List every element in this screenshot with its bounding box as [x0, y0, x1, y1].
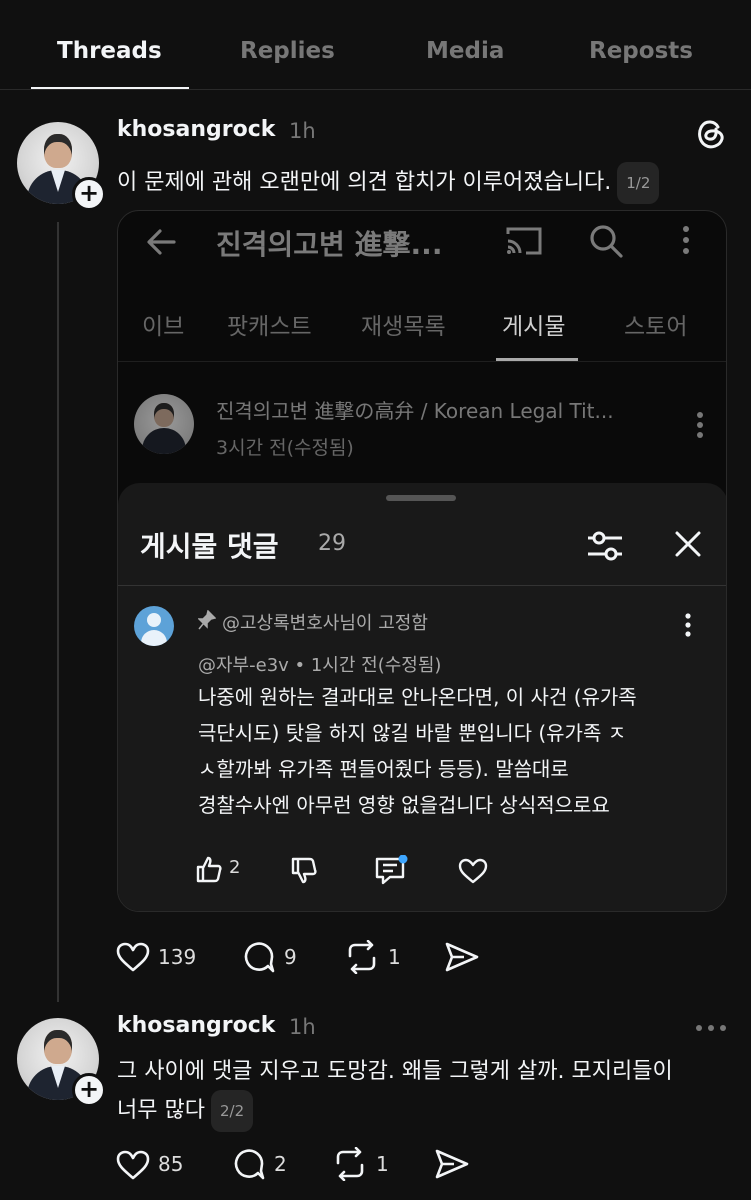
comment-count: 29 [318, 531, 346, 556]
reposts-count: 1 [376, 1152, 389, 1176]
commenter-avatar [134, 606, 174, 646]
close-icon [674, 530, 702, 558]
back-arrow-icon [144, 225, 178, 259]
more-horizontal-icon[interactable] [695, 1024, 727, 1032]
active-tab-indicator [31, 87, 189, 89]
tab-replies[interactable]: Replies [240, 38, 335, 64]
divider [118, 585, 726, 586]
threads-logo-icon[interactable] [693, 115, 727, 151]
thread-connector-line [57, 222, 59, 1002]
share-send-icon[interactable] [434, 1148, 470, 1180]
post-body: 이 문제에 관해 오랜만에 의견 합치가 이루어졌습니다. [117, 170, 612, 195]
follow-plus-button[interactable]: + [72, 1073, 106, 1107]
subtab-playlists: 재생목록 [361, 314, 446, 340]
like-count: 2 [229, 857, 241, 878]
sheet-title: 게시물 댓글 [140, 530, 279, 563]
divider [118, 361, 726, 362]
like-heart-icon[interactable] [116, 1150, 150, 1180]
comment-text: 나중에 원하는 결과대로 안나온다면, 이 사건 (유가족 극단시도) 탓을 하… [198, 679, 698, 823]
page-badge: 1/2 [617, 162, 660, 204]
comment-author: @자부-e3v • 1시간 전(수정됨) [198, 655, 442, 676]
filter-sliders-icon [586, 529, 624, 563]
repost-icon[interactable] [344, 940, 380, 974]
post-text: 이 문제에 관해 오랜만에 의견 합치가 이루어졌습니다. 1/2 [117, 162, 717, 204]
replies-count: 2 [274, 1152, 287, 1176]
subtab-store: 스토어 [624, 314, 688, 340]
likes-count: 139 [158, 945, 197, 969]
comment-line: 나중에 원하는 결과대로 안나온다면, 이 사건 (유가족 [198, 685, 637, 709]
tab-reposts[interactable]: Reposts [589, 38, 693, 64]
post-line: 너무 많다 [117, 1098, 205, 1123]
comment-line: 경찰수사엔 아무런 영향 없을겁니다 상식적으로요 [198, 793, 610, 817]
profile-tabs: Threads Replies Media Reposts [0, 0, 751, 90]
page-badge: 2/2 [210, 1090, 254, 1132]
search-icon [588, 223, 624, 259]
reply-bubble-icon[interactable] [242, 940, 276, 974]
thumbs-down-icon [290, 857, 318, 885]
thumbs-up-icon [195, 855, 223, 883]
cast-icon [504, 225, 544, 257]
embedded-screenshot[interactable]: 진격의고변 進撃... 이브 팟캐스트 재생목록 게시물 스토어 진격의고변 進… [117, 210, 727, 912]
reply-bubble-icon[interactable] [232, 1147, 266, 1181]
post-username[interactable]: khosangrock [117, 117, 275, 142]
comment-line: 극단시도) 탓을 하지 않길 바랄 뿐입니다 (유가족 ㅈ [198, 721, 627, 745]
channel-avatar [134, 394, 194, 454]
heart-icon [458, 858, 488, 884]
post-username[interactable]: khosangrock [117, 1013, 275, 1038]
subtab-podcast: 팟캐스트 [227, 314, 312, 340]
like-heart-icon[interactable] [116, 942, 150, 972]
post-line: 그 사이에 댓글 지우고 도망감. 왜들 그렇게 살까. 모지리들이 [117, 1059, 673, 1084]
comment-line: ㅅ할까봐 유가족 편들어줬다 등등). 말씀대로 [198, 757, 569, 781]
post-text: 그 사이에 댓글 지우고 도망감. 왜들 그렇게 살까. 모지리들이 너무 많다… [117, 1054, 727, 1132]
more-vertical-icon [696, 411, 704, 439]
pinned-label: @고상록변호사님이 고정함 [222, 613, 428, 634]
reply-comment-icon [374, 855, 408, 887]
repost-icon[interactable] [332, 1147, 368, 1181]
channel-post-time: 3시간 전(수정됨) [216, 437, 354, 459]
likes-count: 85 [158, 1152, 184, 1176]
post-time: 1h [289, 1015, 316, 1039]
share-send-icon[interactable] [444, 941, 480, 973]
channel-title: 진격의고변 進撃... [216, 228, 443, 261]
follow-plus-button[interactable]: + [72, 177, 106, 211]
tab-media[interactable]: Media [426, 38, 504, 64]
channel-name: 진격의고변 進撃の高弁 / Korean Legal Tit... [216, 399, 614, 423]
subtab-live: 이브 [142, 314, 185, 340]
replies-count: 9 [284, 945, 297, 969]
tab-threads[interactable]: Threads [57, 38, 162, 64]
post-time: 1h [289, 119, 316, 143]
sheet-drag-handle [386, 495, 456, 501]
reposts-count: 1 [388, 945, 401, 969]
pin-icon [198, 610, 216, 630]
comments-sheet: 게시물 댓글 29 @고상록변호사님이 고정함 @자부-e3v • 1시간 전(… [118, 483, 726, 911]
more-vertical-icon [681, 225, 691, 255]
more-vertical-icon [684, 613, 692, 637]
subtab-posts: 게시물 [502, 314, 566, 340]
